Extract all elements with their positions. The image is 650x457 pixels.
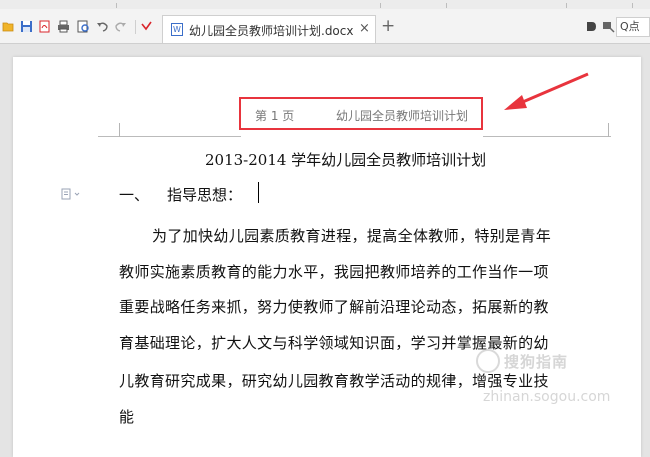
section-heading[interactable]: 指导思想：: [167, 184, 242, 205]
document-file-icon: W: [171, 23, 183, 36]
ruler-tick: [446, 3, 447, 8]
paragraph-line[interactable]: 能: [119, 406, 134, 427]
save-icon[interactable]: [20, 20, 33, 33]
ruler-tick: [380, 3, 381, 8]
watermark-url: zhinan.sogou.com: [483, 389, 611, 405]
print-preview-icon[interactable]: [77, 20, 90, 33]
search-box[interactable]: Q点: [616, 17, 650, 37]
more-icon[interactable]: [140, 20, 153, 33]
quick-access-toolbar: W W 幼儿园全员教师培训计划.docx × + Q点: [0, 9, 650, 44]
document-tab[interactable]: W 幼儿园全员教师培训计划.docx ×: [162, 15, 376, 43]
paragraph-line[interactable]: 重要战略任务来抓，努力使教师了解前沿理论动态，拓展新的教: [119, 296, 549, 317]
document-title[interactable]: 2013-2014 学年幼儿园全员教师培训计划: [205, 149, 486, 170]
text-cursor: [258, 182, 259, 203]
toolbar-divider: [135, 20, 136, 34]
paragraph-line[interactable]: 教师实施素质教育的能力水平，我园把教师培养的工作当作一项: [119, 261, 549, 282]
ruler-tick: [116, 3, 117, 8]
undo-icon[interactable]: [96, 20, 109, 33]
annotation-highlight-box: [239, 97, 483, 130]
section-number: 一、: [119, 186, 150, 204]
watermark: 搜狗指南 zhinan.sogou.com: [473, 349, 643, 409]
paragraph-line[interactable]: 为了加快幼儿园素质教育进程，提高全体教师，特别是青年: [152, 225, 551, 246]
header-separator-right: [483, 136, 611, 137]
format-icon[interactable]: [602, 20, 615, 33]
redo-icon[interactable]: [114, 20, 127, 33]
margin-mark-left: [119, 123, 120, 137]
watermark-name: 搜狗指南: [504, 353, 569, 371]
print-icon[interactable]: [57, 20, 70, 33]
watermark-logo-icon: [476, 349, 500, 373]
ruler-tick: [632, 3, 633, 8]
new-tab-button[interactable]: +: [381, 16, 395, 36]
ruler-tick: [566, 3, 567, 8]
document-tab-label: 幼儿园全员教师培训计划.docx: [189, 24, 354, 38]
close-tab-icon[interactable]: ×: [359, 21, 370, 36]
export-pdf-icon[interactable]: [38, 20, 51, 33]
margin-mark-right: [608, 123, 609, 137]
open-icon[interactable]: [2, 20, 15, 33]
paragraph-outline-icon[interactable]: [61, 188, 83, 200]
annotation-arrow-icon: [504, 72, 589, 110]
view-mode-icon[interactable]: [585, 20, 598, 33]
